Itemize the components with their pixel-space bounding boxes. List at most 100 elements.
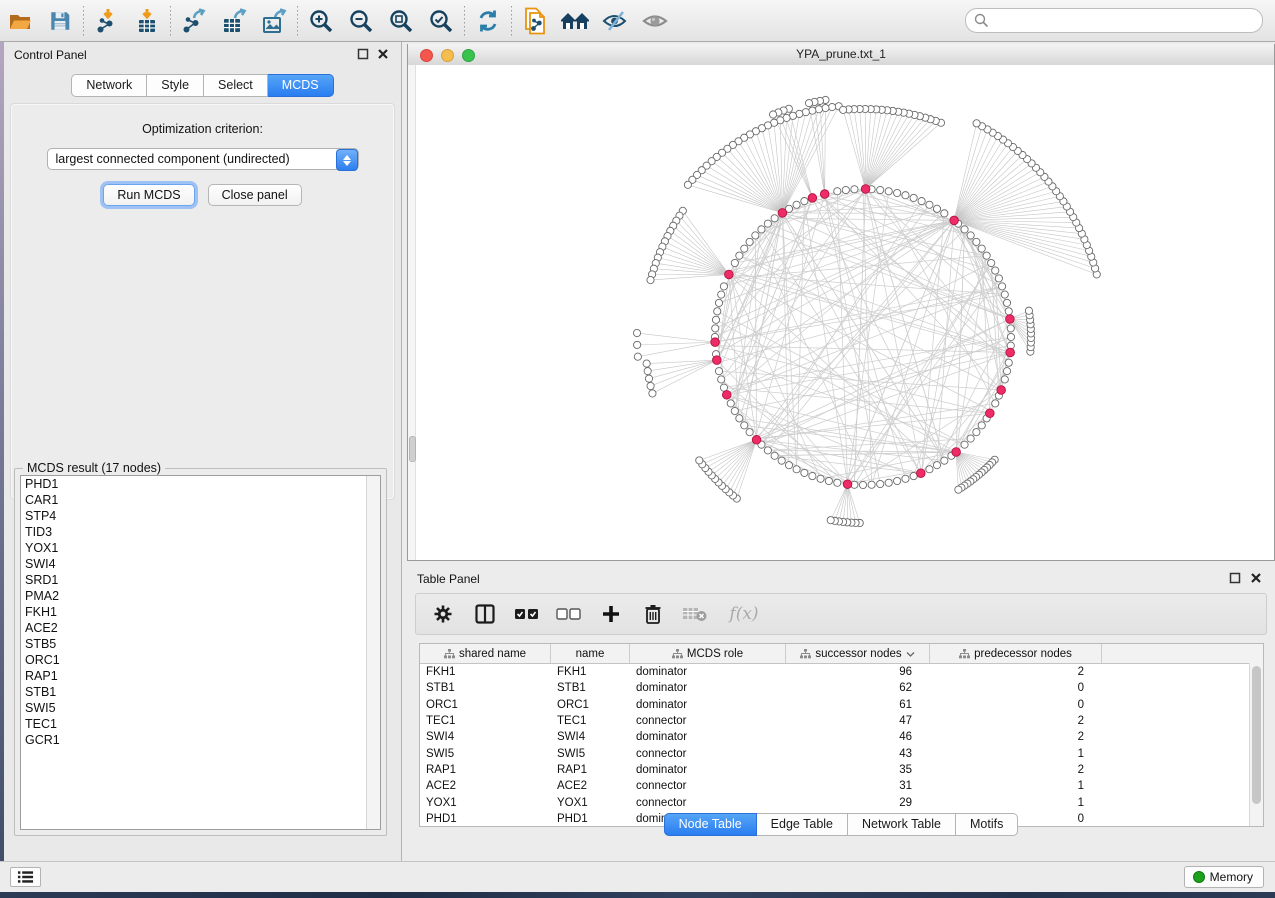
table-row[interactable]: STB1STB1dominator620 xyxy=(420,680,1263,696)
export-image-button[interactable] xyxy=(254,4,294,38)
column-header-name[interactable]: name xyxy=(551,644,630,663)
refresh-button[interactable] xyxy=(468,4,508,38)
table-row[interactable]: FKH1FKH1dominator962 xyxy=(420,664,1263,680)
network-canvas[interactable] xyxy=(408,65,1274,560)
close-panel-button[interactable]: Close panel xyxy=(208,184,302,206)
tab-select[interactable]: Select xyxy=(204,74,268,97)
mcds-hub-node[interactable] xyxy=(808,194,817,203)
memory-button[interactable]: Memory xyxy=(1184,866,1264,888)
maximize-window-icon[interactable] xyxy=(462,49,475,62)
network-window-titlebar[interactable]: YPA_prune.txt_1 xyxy=(408,44,1274,66)
open-button[interactable] xyxy=(0,4,40,38)
export-table-button[interactable] xyxy=(214,4,254,38)
column-header-shared-name[interactable]: shared name xyxy=(420,644,551,663)
table-row[interactable]: ACE2ACE2connector311 xyxy=(420,778,1263,794)
mcds-hub-node[interactable] xyxy=(861,185,870,194)
function-builder-button[interactable]: f(x) xyxy=(724,601,764,627)
mcds-node-item[interactable]: SWI5 xyxy=(21,700,380,716)
column-layout-button[interactable] xyxy=(472,601,498,627)
mcds-node-item[interactable]: FKH1 xyxy=(21,604,380,620)
table-scrollbar-thumb[interactable] xyxy=(1252,666,1261,804)
mcds-node-item[interactable]: PMA2 xyxy=(21,588,380,604)
mcds-node-item[interactable]: SWI4 xyxy=(21,556,380,572)
tab-edge-table[interactable]: Edge Table xyxy=(757,813,848,836)
network-graph[interactable] xyxy=(408,65,1274,560)
minimize-window-icon[interactable] xyxy=(441,49,454,62)
mcds-hub-node[interactable] xyxy=(997,386,1006,395)
deselect-all-button[interactable] xyxy=(556,601,582,627)
mcds-hub-node[interactable] xyxy=(843,480,852,489)
tab-style[interactable]: Style xyxy=(147,74,204,97)
add-row-button[interactable] xyxy=(598,601,624,627)
table-row[interactable]: YOX1YOX1connector291 xyxy=(420,794,1263,810)
export-network-button[interactable] xyxy=(174,4,214,38)
column-header-predecessor-nodes[interactable]: predecessor nodes xyxy=(930,644,1102,663)
table-scrollbar[interactable] xyxy=(1249,663,1263,826)
mcds-hub-node[interactable] xyxy=(778,209,787,218)
zoom-selected-button[interactable] xyxy=(421,4,461,38)
mcds-node-item[interactable]: YOX1 xyxy=(21,540,380,556)
delete-row-button[interactable] xyxy=(640,601,666,627)
mcds-hub-node[interactable] xyxy=(1006,348,1015,357)
mcds-node-item[interactable]: SRD1 xyxy=(21,572,380,588)
mcds-node-item[interactable]: CAR1 xyxy=(21,492,380,508)
tab-network[interactable]: Network xyxy=(71,74,147,97)
column-header-successor-nodes[interactable]: successor nodes xyxy=(786,644,930,663)
close-window-icon[interactable] xyxy=(420,49,433,62)
show-panels-button[interactable] xyxy=(10,867,41,887)
mcds-result-list[interactable]: PHD1CAR1STP4TID3YOX1SWI4SRD1PMA2FKH1ACE2… xyxy=(20,475,381,830)
eye-button[interactable] xyxy=(635,4,675,38)
clone-network-button[interactable] xyxy=(515,4,555,38)
tab-node-table[interactable]: Node Table xyxy=(664,813,757,836)
float-panel-icon[interactable] xyxy=(357,48,369,60)
mcds-hub-node[interactable] xyxy=(950,216,959,225)
mcds-node-item[interactable]: TEC1 xyxy=(21,716,380,732)
mcds-hub-node[interactable] xyxy=(820,190,829,199)
mcds-node-item[interactable]: STP4 xyxy=(21,508,380,524)
mcds-hub-node[interactable] xyxy=(917,469,926,478)
mcds-list-scrollbar[interactable] xyxy=(366,476,380,829)
column-header-MCDS-role[interactable]: MCDS role xyxy=(630,644,786,663)
table-row[interactable]: SWI4SWI4dominator462 xyxy=(420,729,1263,745)
table-row[interactable]: RAP1RAP1dominator352 xyxy=(420,762,1263,778)
close-panel-icon[interactable] xyxy=(377,48,389,60)
criterion-dropdown[interactable]: largest connected component (undirected) xyxy=(47,148,359,170)
tab-mcds[interactable]: MCDS xyxy=(268,74,334,97)
zoom-in-button[interactable] xyxy=(301,4,341,38)
tab-motifs[interactable]: Motifs xyxy=(956,813,1018,836)
zoom-fit-button[interactable] xyxy=(381,4,421,38)
mcds-hub-node[interactable] xyxy=(1006,315,1015,324)
delete-table-button[interactable] xyxy=(682,601,708,627)
mcds-hub-node[interactable] xyxy=(725,270,734,279)
mcds-hub-node[interactable] xyxy=(722,391,731,400)
mcds-hub-node[interactable] xyxy=(952,448,961,457)
float-panel-icon[interactable] xyxy=(1229,572,1241,584)
tab-network-table[interactable]: Network Table xyxy=(848,813,956,836)
table-row[interactable]: SWI5SWI5connector431 xyxy=(420,745,1263,761)
node-table[interactable]: shared namenameMCDS rolesuccessor nodesp… xyxy=(419,643,1264,827)
hide-graphics-button[interactable] xyxy=(595,4,635,38)
mcds-hub-node[interactable] xyxy=(713,356,722,365)
mcds-node-item[interactable]: ORC1 xyxy=(21,652,380,668)
close-panel-icon[interactable] xyxy=(1250,572,1262,584)
import-table-button[interactable] xyxy=(127,4,167,38)
import-network-button[interactable] xyxy=(87,4,127,38)
mcds-hub-node[interactable] xyxy=(711,338,720,347)
mcds-node-item[interactable]: STB1 xyxy=(21,684,380,700)
save-button[interactable] xyxy=(40,4,80,38)
table-settings-button[interactable] xyxy=(430,601,456,627)
homes-button[interactable] xyxy=(555,4,595,38)
mcds-node-item[interactable]: TID3 xyxy=(21,524,380,540)
mcds-hub-node[interactable] xyxy=(986,409,995,418)
network-scrollbar-thumb[interactable] xyxy=(409,436,416,462)
mcds-node-item[interactable]: ACE2 xyxy=(21,620,380,636)
mcds-node-item[interactable]: GCR1 xyxy=(21,732,380,748)
mcds-node-item[interactable]: PHD1 xyxy=(21,476,380,492)
search-field[interactable] xyxy=(965,8,1263,33)
search-input[interactable] xyxy=(989,13,1262,29)
mcds-node-item[interactable]: RAP1 xyxy=(21,668,380,684)
mcds-hub-node[interactable] xyxy=(752,436,761,445)
run-mcds-button[interactable]: Run MCDS xyxy=(103,184,194,206)
select-all-button[interactable] xyxy=(514,601,540,627)
table-row[interactable]: ORC1ORC1dominator610 xyxy=(420,697,1263,713)
